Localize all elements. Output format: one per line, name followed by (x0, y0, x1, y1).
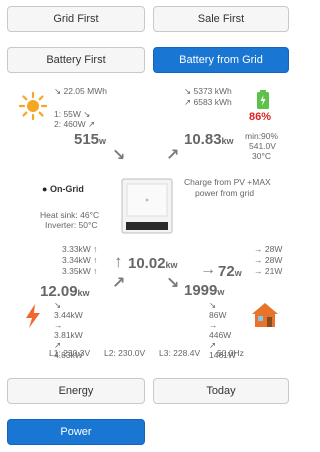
heat-sink-temp: Heat sink: 46°C (40, 210, 100, 220)
battery-min-soc: min:90% (245, 131, 279, 141)
sun-icon (18, 91, 48, 121)
battery-temp: 30°C (252, 151, 271, 161)
backup-arrow: → (200, 261, 216, 278)
home-power: 1999w (184, 282, 225, 299)
plug-icon: ● (42, 184, 50, 194)
grid-phase-in: 3.35kW ↑ (62, 266, 98, 276)
grid-phase-in: 3.33kW ↑ (62, 244, 98, 254)
grid-phase: → 3.81kW (54, 320, 83, 340)
solar-power: 515w (74, 131, 107, 148)
today-button[interactable]: Today (153, 378, 289, 404)
solar-energy: ↘ 22.05 MWh (54, 86, 107, 96)
solar-to-inverter-arrow: ↘ (112, 147, 126, 164)
grid-up-arrow: ↑ (114, 252, 123, 271)
voltage-l2: L2: 230.0V (104, 348, 146, 358)
grid-phase: ↘ 3.44kW (54, 300, 83, 320)
backup-phase: → 28W (254, 244, 283, 254)
inverter-temp: Inverter: 50°C (45, 220, 98, 230)
house-icon (251, 302, 279, 328)
battery-charged: ↘ 5373 kWh (184, 86, 232, 96)
inverter-icon (121, 178, 173, 234)
mode-note-line2: power from grid (195, 188, 255, 198)
battery-power: 10.83kw (184, 131, 234, 148)
battery-soc: 86% (249, 111, 272, 123)
backup-power: 72w (218, 263, 242, 280)
solar-string-2: 2: 460W ↗ (54, 119, 96, 129)
home-phase: → 446W (209, 320, 232, 340)
battery-icon (256, 90, 270, 110)
grid-frequency: 50.0Hz (217, 348, 244, 358)
inverter-to-battery-arrow: ↗ (166, 147, 180, 164)
grid-first-button[interactable]: Grid First (7, 6, 145, 32)
power-button[interactable]: Power (7, 419, 145, 445)
grid-total-power: 12.09kw (40, 283, 90, 300)
grid-phase-in-list: 3.33kW ↑ 3.34kW ↑ 3.35kW ↑ (62, 244, 97, 277)
lightning-icon (24, 303, 42, 329)
voltage-l3: L3: 228.4V (159, 348, 201, 358)
grid-power: 10.02kw (128, 255, 178, 272)
solar-string-1: 1: 55W ↘ (54, 109, 91, 119)
backup-phase-list: → 28W → 28W → 21W (254, 244, 282, 277)
battery-from-grid-button[interactable]: Battery from Grid (153, 47, 289, 73)
battery-discharged: ↗ 6583 kWh (184, 97, 232, 107)
backup-phase: → 28W (254, 255, 283, 265)
battery-first-button[interactable]: Battery First (7, 47, 145, 73)
grid-to-inverter-arrow: ↗ (112, 275, 126, 292)
sale-first-button[interactable]: Sale First (153, 6, 289, 32)
grid-phase-in: 3.34kW ↑ (62, 255, 98, 265)
mode-note-line1: Charge from PV +MAX (184, 177, 271, 187)
energy-button[interactable]: Energy (7, 378, 145, 404)
grid-status: ● On-Grid (42, 184, 84, 194)
battery-voltage: 541.0V (249, 141, 276, 151)
backup-phase: → 21W (254, 266, 283, 276)
home-phase: ↘ 86W (209, 300, 227, 320)
inverter-to-home-arrow: ↘ (166, 275, 180, 292)
voltage-l1: L1: 230.3V (49, 348, 91, 358)
